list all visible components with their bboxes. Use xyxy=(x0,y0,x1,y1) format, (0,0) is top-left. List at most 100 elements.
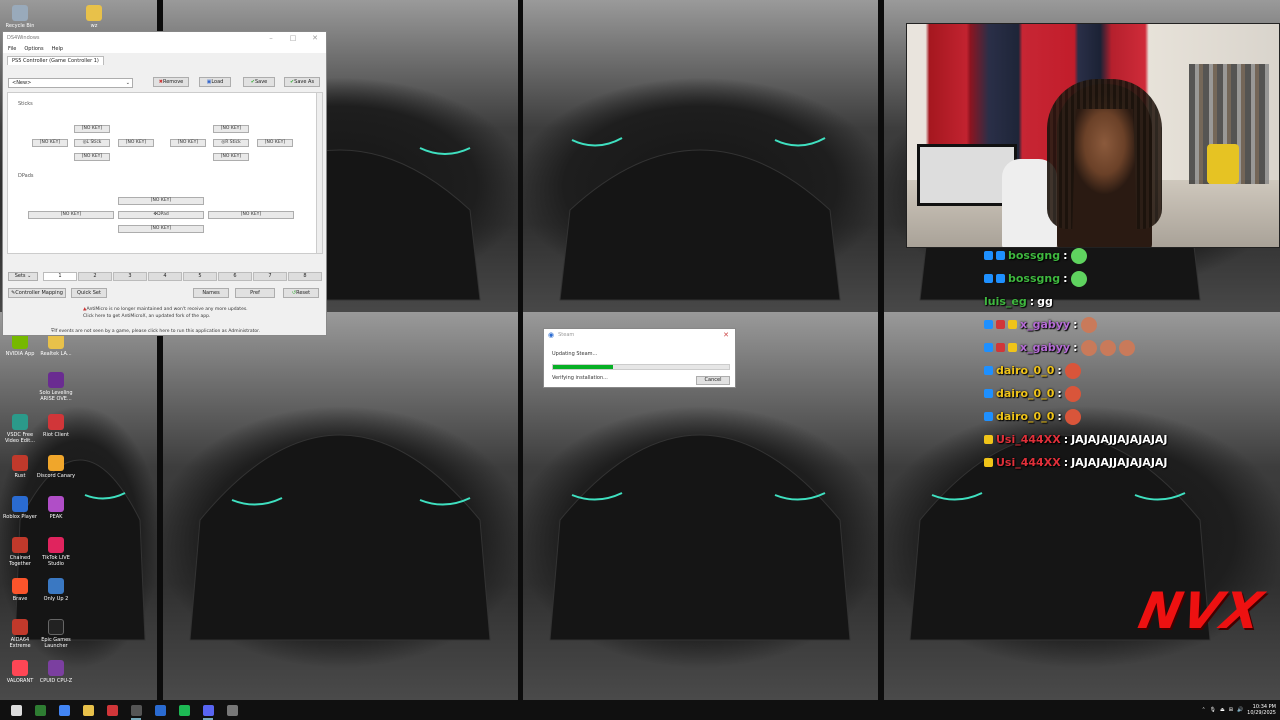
game-icon[interactable] xyxy=(220,700,244,720)
desktop-icon-realtek[interactable]: Realtek LA... xyxy=(36,333,76,357)
microphone-icon[interactable]: 🎙 xyxy=(1210,707,1216,713)
system-tray: ⌃ 🎙 ⏏ ⊞ 🔊 10:34 PM 10/29/2025 xyxy=(1201,704,1280,716)
key-button[interactable]: [NO KEY] xyxy=(118,139,154,147)
desktop-icon-cpuz[interactable]: CPUID CPU-Z xyxy=(36,660,76,684)
desktop-icon-brave[interactable]: Brave xyxy=(0,578,40,602)
remove-button[interactable]: ✖Remove xyxy=(153,77,189,87)
set-tab-2[interactable]: 2 xyxy=(78,272,112,281)
maximize-icon[interactable]: □ xyxy=(282,34,304,42)
chat-username[interactable]: bossgng xyxy=(1008,272,1060,285)
cancel-button[interactable]: Cancel xyxy=(696,376,730,385)
key-button[interactable]: [NO KEY] xyxy=(118,197,204,205)
key-button[interactable]: [NO KEY] xyxy=(74,153,110,161)
set-tab-7[interactable]: 7 xyxy=(253,272,287,281)
key-button[interactable]: [NO KEY] xyxy=(170,139,206,147)
desktop-icon-discord-canary[interactable]: Discord Canary xyxy=(36,455,76,479)
close-icon[interactable]: ✕ xyxy=(304,34,326,42)
names-button[interactable]: Names xyxy=(193,288,229,298)
steam-icon[interactable] xyxy=(148,700,172,720)
chrome-icon[interactable] xyxy=(52,700,76,720)
chat-username[interactable]: Usi_444XX xyxy=(996,456,1061,469)
key-button[interactable]: [NO KEY] xyxy=(213,125,249,133)
desktop-icon-chained-together[interactable]: Chained Together xyxy=(0,537,40,567)
chat-username[interactable]: Usi_444XX xyxy=(996,433,1061,446)
desktop-icon-peak[interactable]: PEAK xyxy=(36,496,76,520)
desktop-icon-valorant[interactable]: VALORANT xyxy=(0,660,40,684)
desktop-icon-epic-games[interactable]: Epic Games Launcher xyxy=(36,619,76,649)
key-button[interactable]: [NO KEY] xyxy=(213,153,249,161)
key-button[interactable]: [NO KEY] xyxy=(32,139,68,147)
chat-username[interactable]: luis_eg xyxy=(984,295,1027,308)
desktop-icon-riot[interactable]: Riot Client xyxy=(36,414,76,438)
set-tab-4[interactable]: 4 xyxy=(148,272,182,281)
chevron-down-icon: ⌄ xyxy=(125,80,130,86)
chat-username[interactable]: dairo_0_0 xyxy=(996,387,1054,400)
clock[interactable]: 10:34 PM 10/29/2025 xyxy=(1247,704,1276,716)
load-button[interactable]: ▣Load xyxy=(199,77,231,87)
warning-text-1[interactable]: ▲AntiMicro is no longer maintained and w… xyxy=(83,307,248,312)
profile-select[interactable]: <New> ⌄ xyxy=(8,78,133,88)
network-icon[interactable]: ⊞ xyxy=(1229,707,1233,713)
set-tab-8[interactable]: 8 xyxy=(288,272,322,281)
key-button[interactable]: [NO KEY] xyxy=(74,125,110,133)
obs-icon[interactable] xyxy=(124,700,148,720)
desktop-icon-solo-leveling[interactable]: Solo Leveling ARISE OVE... xyxy=(36,372,76,402)
discord-icon[interactable] xyxy=(196,700,220,720)
chat-username[interactable]: x_gabyy xyxy=(1020,341,1070,354)
chat-username[interactable]: dairo_0_0 xyxy=(996,410,1054,423)
save-as-button[interactable]: ✔Save As xyxy=(284,77,320,87)
chat-username[interactable]: x_gabyy xyxy=(1020,318,1070,331)
l-stick-button[interactable]: ◎L Stick xyxy=(74,139,110,147)
desktop-icon-roblox[interactable]: Roblox Player xyxy=(0,496,40,520)
file-explorer-icon[interactable] xyxy=(76,700,100,720)
menu-options[interactable]: Options xyxy=(24,46,43,52)
key-button[interactable]: [NO KEY] xyxy=(118,225,204,233)
volume-icon[interactable]: 🔊 xyxy=(1237,707,1243,713)
media-icon[interactable] xyxy=(100,700,124,720)
ds4-titlebar[interactable]: DS4Windows – □ ✕ xyxy=(3,32,326,44)
sets-dropdown[interactable]: Sets ⌄ xyxy=(8,272,38,281)
set-tab-6[interactable]: 6 xyxy=(218,272,252,281)
r-stick-button[interactable]: ◎R Stick xyxy=(213,139,249,147)
desktop-icon-recycle-bin[interactable]: Recycle Bin xyxy=(0,5,40,29)
desktop-icon-nvidia[interactable]: NVIDIA App xyxy=(0,333,40,357)
usb-icon[interactable]: ⏏ xyxy=(1220,707,1225,713)
set-tab-3[interactable]: 3 xyxy=(113,272,147,281)
minimize-icon[interactable]: – xyxy=(260,34,282,42)
chat-badge-icon xyxy=(984,251,993,260)
desktop-icon-aida64[interactable]: AIDA64 Extreme xyxy=(0,619,40,649)
desktop-icon-wz[interactable]: wz xyxy=(74,5,114,29)
desktop-icon-vsdc[interactable]: VSDC Free Video Edit... xyxy=(0,414,40,444)
folder-icon xyxy=(86,5,102,21)
spotify-icon[interactable] xyxy=(172,700,196,720)
key-button[interactable]: [NO KEY] xyxy=(257,139,293,147)
pref-button[interactable]: Pref xyxy=(235,288,275,298)
tab-controller-1[interactable]: PS5 Controller (Game Controller 1) xyxy=(7,56,104,65)
chat-message: dairo_0_0: xyxy=(984,405,1244,428)
close-icon[interactable]: ✕ xyxy=(717,331,735,339)
dpad-button[interactable]: ✥DPad xyxy=(118,211,204,219)
save-button[interactable]: ✔Save xyxy=(243,77,275,87)
quick-set-button[interactable]: Quick Set xyxy=(71,288,107,298)
steam-titlebar[interactable]: ◉ Steam ✕ xyxy=(544,329,735,341)
set-tab-1[interactable]: 1 xyxy=(43,272,77,281)
terminal-icon[interactable] xyxy=(28,700,52,720)
admin-note[interactable]: ⛨If events are not seen by a game, pleas… xyxy=(51,328,260,334)
menu-help[interactable]: Help xyxy=(52,46,63,52)
controller-mapping-button[interactable]: ✎Controller Mapping xyxy=(8,288,66,298)
set-tab-5[interactable]: 5 xyxy=(183,272,217,281)
chat-username[interactable]: bossgng xyxy=(1008,249,1060,262)
valorant-icon xyxy=(12,660,28,676)
key-button[interactable]: [NO KEY] xyxy=(208,211,294,219)
warning-text-2[interactable]: Click here to get AntiMicroX, an updated… xyxy=(83,314,210,319)
chevron-up-icon[interactable]: ⌃ xyxy=(1201,707,1205,713)
desktop-icon-rust[interactable]: Rust xyxy=(0,455,40,479)
menu-file[interactable]: File xyxy=(8,46,16,52)
key-button[interactable]: [NO KEY] xyxy=(28,211,114,219)
reset-button[interactable]: ↺Reset xyxy=(283,288,319,298)
windows-start-icon[interactable] xyxy=(4,700,28,720)
chat-username[interactable]: dairo_0_0 xyxy=(996,364,1054,377)
desktop-icon-only-up-2[interactable]: Only Up 2 xyxy=(36,578,76,602)
desktop-icon-tiktok-live[interactable]: TikTok LIVE Studio xyxy=(36,537,76,567)
scrollbar[interactable] xyxy=(316,93,322,253)
